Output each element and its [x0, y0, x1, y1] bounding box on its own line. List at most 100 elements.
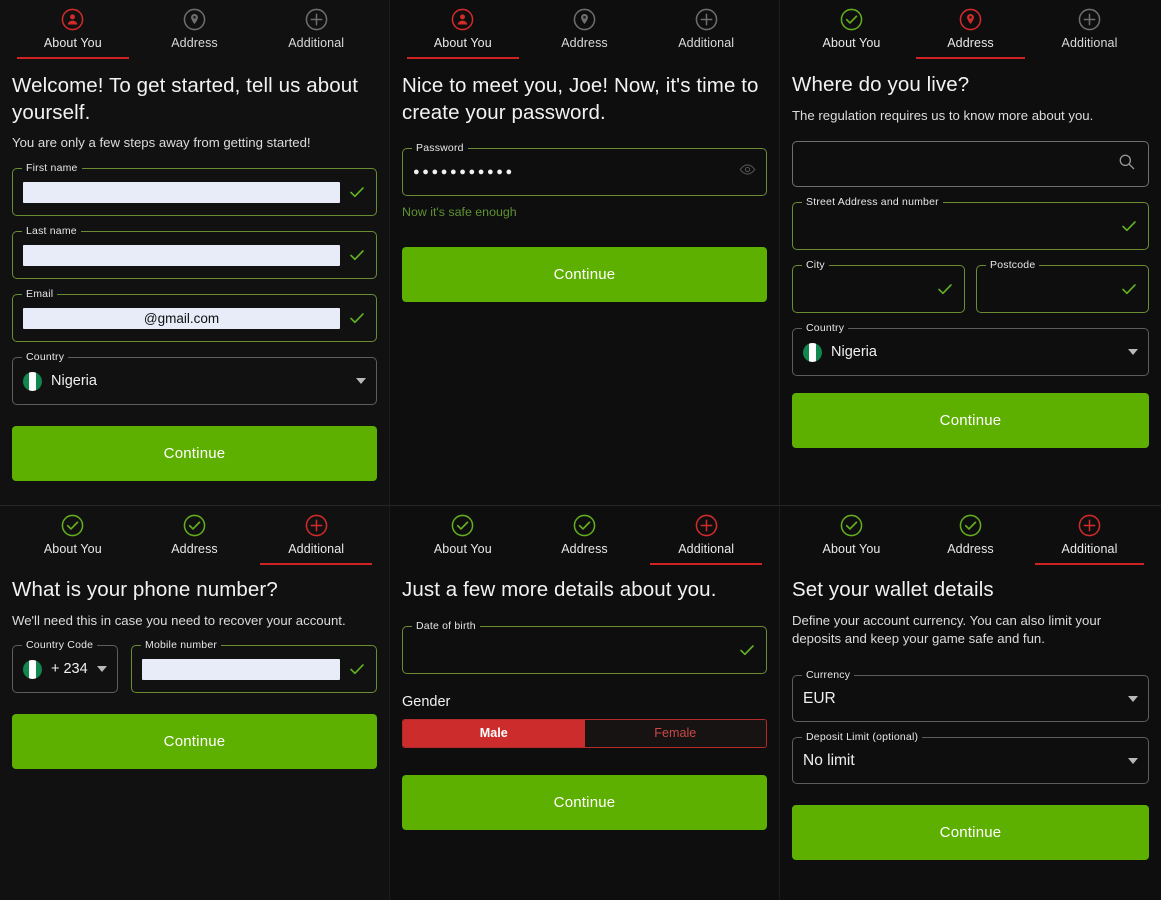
step-label: About You [44, 36, 102, 50]
sidebar-item-about-you[interactable]: About You [12, 8, 134, 59]
stepper-2: About You Address Additional [402, 0, 767, 59]
step-label: About You [434, 36, 492, 50]
stepper-6: About You Address Additional [792, 506, 1149, 565]
page-title: What is your phone number? [12, 577, 377, 604]
email-label: Email [22, 288, 57, 300]
country-label: Country [22, 351, 68, 363]
panel-password-step: About You Address Additional Nice to mee… [390, 0, 780, 505]
nigeria-flag-icon [803, 343, 822, 362]
sidebar-item-address[interactable]: Address [911, 514, 1030, 565]
country-value: Nigeria [831, 344, 1122, 360]
last-name-input[interactable] [23, 245, 340, 266]
page-title: Nice to meet you, Joe! Now, it's time to… [402, 73, 767, 126]
sidebar-item-additional[interactable]: Additional [1030, 514, 1149, 565]
continue-button[interactable]: Continue [402, 247, 767, 302]
plus-icon [695, 8, 718, 31]
checkmark-icon [348, 660, 366, 678]
password-label: Password [412, 142, 468, 154]
continue-button[interactable]: Continue [792, 805, 1149, 860]
sidebar-item-additional[interactable]: Additional [645, 514, 767, 565]
chevron-down-icon[interactable] [97, 666, 107, 672]
address-search-field[interactable] [792, 141, 1149, 187]
panel-address-step: About You Address Additional Where do yo… [780, 0, 1161, 505]
last-name-field[interactable]: Last name [12, 231, 377, 279]
chevron-down-icon[interactable] [1128, 758, 1138, 764]
country-select[interactable]: Country Nigeria [12, 357, 377, 405]
sidebar-item-address[interactable]: Address [134, 8, 256, 59]
country-select[interactable]: Country Nigeria [792, 328, 1149, 376]
sidebar-item-additional[interactable]: Additional [255, 514, 377, 565]
checkmark-icon [738, 641, 756, 659]
sidebar-item-address[interactable]: Address [524, 514, 646, 565]
gender-option-male[interactable]: Male [403, 720, 585, 747]
date-of-birth-field[interactable]: Date of birth [402, 626, 767, 674]
mobile-number-field[interactable]: Mobile number [131, 645, 377, 693]
password-input[interactable]: ●●●●●●●●●●● [413, 166, 739, 178]
deposit-limit-select[interactable]: Deposit Limit (optional) No limit [792, 737, 1149, 784]
gender-label: Gender [402, 694, 767, 710]
sidebar-item-address[interactable]: Address [911, 8, 1030, 59]
first-name-input[interactable] [23, 182, 340, 203]
checkmark-icon [1120, 217, 1138, 235]
checkmark-icon [1120, 280, 1138, 298]
page-subtitle: We'll need this in case you need to reco… [12, 612, 377, 631]
step-label: Additional [1062, 36, 1118, 50]
currency-label: Currency [802, 669, 854, 681]
postcode-field[interactable]: Postcode [976, 265, 1149, 313]
country-code-select[interactable]: Country Code + 234 [12, 645, 118, 693]
step-label: About You [823, 542, 881, 556]
sidebar-item-about-you[interactable]: About You [792, 8, 911, 59]
page-title: Just a few more details about you. [402, 577, 767, 604]
sidebar-item-address[interactable]: Address [524, 8, 646, 59]
country-label: Country [802, 322, 848, 334]
street-address-field[interactable]: Street Address and number [792, 202, 1149, 250]
sidebar-item-about-you[interactable]: About You [402, 514, 524, 565]
sidebar-item-address[interactable]: Address [134, 514, 256, 565]
chevron-down-icon[interactable] [1128, 349, 1138, 355]
continue-button[interactable]: Continue [792, 393, 1149, 448]
currency-select[interactable]: Currency EUR [792, 675, 1149, 722]
sidebar-item-about-you[interactable]: About You [12, 514, 134, 565]
check-circle-icon [183, 514, 206, 537]
email-field[interactable]: Email [12, 294, 377, 342]
step-label: Additional [678, 36, 734, 50]
gender-toggle[interactable]: Male Female [402, 719, 767, 748]
first-name-field[interactable]: First name [12, 168, 377, 216]
first-name-label: First name [22, 162, 82, 174]
location-pin-icon [573, 8, 596, 31]
postcode-label: Postcode [986, 259, 1039, 271]
stepper-4: About You Address Additional [12, 506, 377, 565]
chevron-down-icon[interactable] [356, 378, 366, 384]
sidebar-item-additional[interactable]: Additional [1030, 8, 1149, 59]
sidebar-item-about-you[interactable]: About You [792, 514, 911, 565]
checkmark-icon [348, 309, 366, 327]
panel-details-step: About You Address Additional Just a few … [390, 505, 780, 900]
currency-value: EUR [803, 690, 1122, 708]
sidebar-item-additional[interactable]: Additional [645, 8, 767, 59]
step-label: Address [171, 36, 218, 50]
nigeria-flag-icon [23, 660, 42, 679]
sidebar-item-additional[interactable]: Additional [255, 8, 377, 59]
gender-option-female[interactable]: Female [585, 720, 767, 747]
check-circle-icon [573, 514, 596, 537]
search-icon[interactable] [1117, 152, 1136, 176]
eye-icon[interactable] [739, 161, 756, 183]
chevron-down-icon[interactable] [1128, 696, 1138, 702]
city-field[interactable]: City [792, 265, 965, 313]
plus-icon [1078, 514, 1101, 537]
check-circle-icon [61, 514, 84, 537]
sidebar-item-about-you[interactable]: About You [402, 8, 524, 59]
email-input[interactable] [23, 308, 340, 329]
country-value: Nigeria [51, 373, 350, 389]
mobile-number-input[interactable] [142, 659, 340, 680]
step-label: Address [947, 542, 994, 556]
page-title: Set your wallet details [792, 577, 1149, 604]
person-icon [451, 8, 474, 31]
stepper-5: About You Address Additional [402, 506, 767, 565]
plus-icon [305, 514, 328, 537]
password-field[interactable]: Password ●●●●●●●●●●● [402, 148, 767, 196]
continue-button[interactable]: Continue [12, 714, 377, 769]
continue-button[interactable]: Continue [402, 775, 767, 830]
step-label: Additional [288, 36, 344, 50]
continue-button[interactable]: Continue [12, 426, 377, 481]
